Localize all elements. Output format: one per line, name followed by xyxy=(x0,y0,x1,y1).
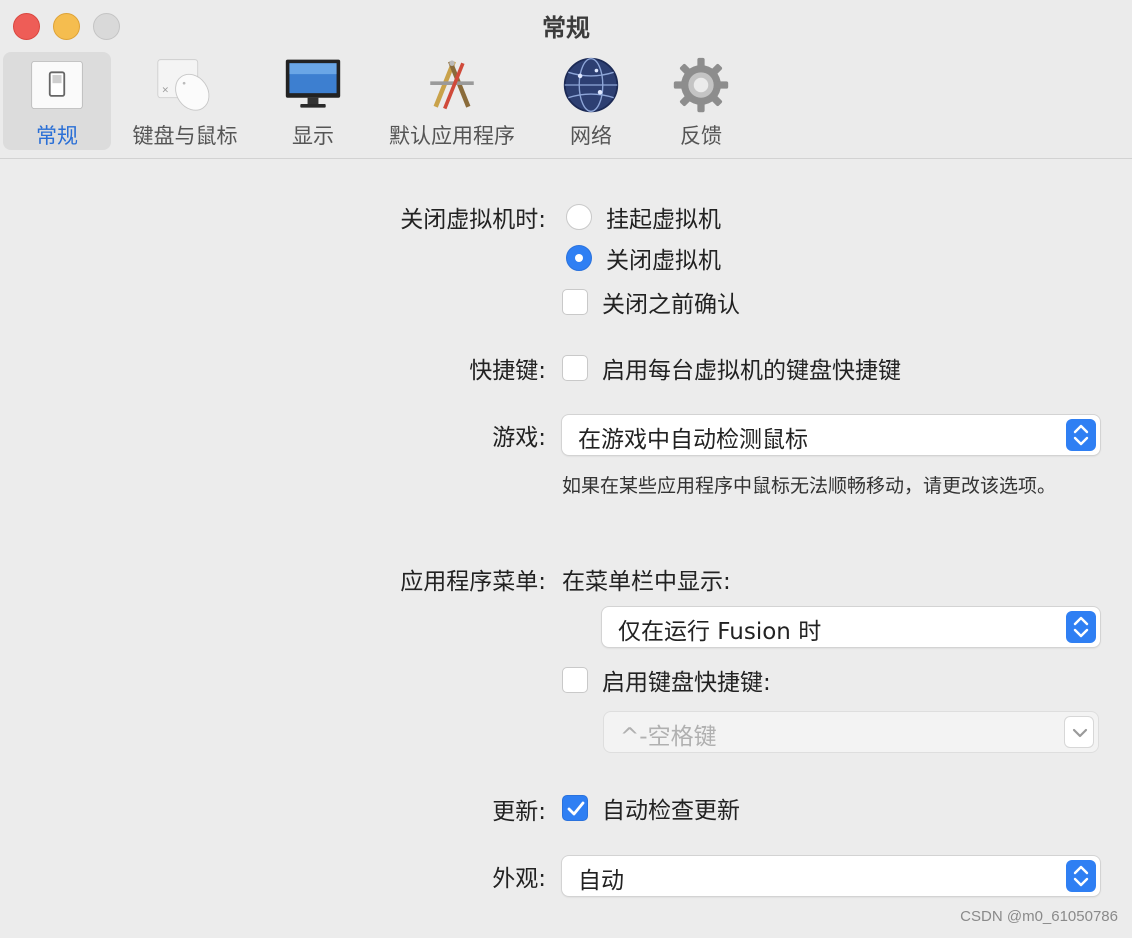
auto-check-updates-checkbox[interactable]: 自动检查更新 xyxy=(562,791,740,825)
tab-default-applications[interactable]: 默认应用程序 xyxy=(382,52,522,150)
window-title: 常规 xyxy=(542,14,590,42)
watermark: CSDN @m0_61050786 xyxy=(960,908,1118,925)
enable-vm-shortcuts-checkbox[interactable]: 启用每台虚拟机的键盘快捷键 xyxy=(562,351,901,385)
tab-label: 显示 xyxy=(292,124,334,148)
tab-label: 常规 xyxy=(36,124,78,148)
checkbox-label: 启用每台虚拟机的键盘快捷键 xyxy=(602,358,901,384)
enable-menu-shortcut-checkbox[interactable]: 启用键盘快捷键: xyxy=(562,663,771,697)
checkbox-label: 启用键盘快捷键: xyxy=(602,670,771,696)
checkbox-label: 自动检查更新 xyxy=(602,798,740,824)
suspend-vm-radio[interactable]: 挂起虚拟机 xyxy=(566,200,721,234)
menu-shortcut-select: ^-空格键 xyxy=(604,712,1098,752)
radio-label: 关闭虚拟机 xyxy=(606,248,721,274)
app-menu-label: 应用程序菜单: xyxy=(400,569,546,595)
switch-icon xyxy=(31,60,83,110)
gaming-help-text: 如果在某些应用程序中鼠标无法顺畅移动，请更改该选项。 xyxy=(562,475,1057,497)
checkbox-indicator[interactable] xyxy=(562,289,588,315)
select-arrows-icon xyxy=(1066,611,1096,643)
tab-keyboard-mouse[interactable]: × 键盘与鼠标 xyxy=(125,52,245,150)
preferences-window: 常规 常规 × 键盘与鼠标 显示 默认应用程序 网络 反馈 关闭虚拟机时: 挂起… xyxy=(0,0,1132,938)
gaming-mouse-select[interactable]: 在游戏中自动检测鼠标 xyxy=(562,415,1100,455)
tab-label: 默认应用程序 xyxy=(389,124,515,148)
checkbox-indicator[interactable] xyxy=(562,667,588,693)
select-value: ^-空格键 xyxy=(620,724,717,750)
appearance-select[interactable]: 自动 xyxy=(562,856,1100,896)
select-value: 自动 xyxy=(578,868,624,894)
select-arrows-icon xyxy=(1066,860,1096,892)
select-arrows-icon xyxy=(1066,419,1096,451)
tab-label: 网络 xyxy=(570,124,612,148)
shortcuts-label: 快捷键: xyxy=(469,358,546,384)
select-value: 仅在运行 Fusion 时 xyxy=(618,619,822,645)
radio-label: 挂起虚拟机 xyxy=(606,207,721,233)
appearance-label: 外观: xyxy=(492,866,546,892)
select-value: 在游戏中自动检测鼠标 xyxy=(578,427,808,453)
tab-label: 反馈 xyxy=(680,124,722,148)
radio-indicator[interactable] xyxy=(566,245,592,271)
menubar-visibility-select[interactable]: 仅在运行 Fusion 时 xyxy=(602,607,1100,647)
applications-icon xyxy=(430,60,474,110)
radio-indicator[interactable] xyxy=(566,204,592,230)
checkbox-label: 关闭之前确认 xyxy=(602,292,740,318)
gaming-label: 游戏: xyxy=(492,425,546,451)
checkbox-indicator[interactable] xyxy=(562,795,588,821)
tab-display[interactable]: 显示 xyxy=(272,52,354,150)
globe-icon xyxy=(563,57,619,113)
updates-label: 更新: xyxy=(492,799,546,825)
show-in-menubar-label: 在菜单栏中显示: xyxy=(562,562,731,596)
titlebar: 常规 常规 × 键盘与鼠标 显示 默认应用程序 网络 反馈 xyxy=(0,0,1132,159)
shutdown-vm-radio[interactable]: 关闭虚拟机 xyxy=(566,241,721,275)
show-in-menubar-text: 在菜单栏中显示: xyxy=(562,569,731,595)
close-vm-label: 关闭虚拟机时: xyxy=(400,207,546,233)
chevron-down-icon xyxy=(1064,716,1094,748)
tab-general[interactable]: 常规 xyxy=(3,52,111,150)
checkbox-indicator[interactable] xyxy=(562,355,588,381)
tab-network[interactable]: 网络 xyxy=(553,52,629,150)
checkmark-icon xyxy=(567,801,585,816)
tab-label: 键盘与鼠标 xyxy=(132,124,238,148)
confirm-before-close-checkbox[interactable]: 关闭之前确认 xyxy=(562,285,740,319)
mouse-icon: × xyxy=(157,59,210,111)
display-icon xyxy=(285,59,341,108)
tab-feedback[interactable]: 反馈 xyxy=(664,52,738,150)
svg-text:×: × xyxy=(161,85,169,95)
gear-icon xyxy=(673,57,729,113)
